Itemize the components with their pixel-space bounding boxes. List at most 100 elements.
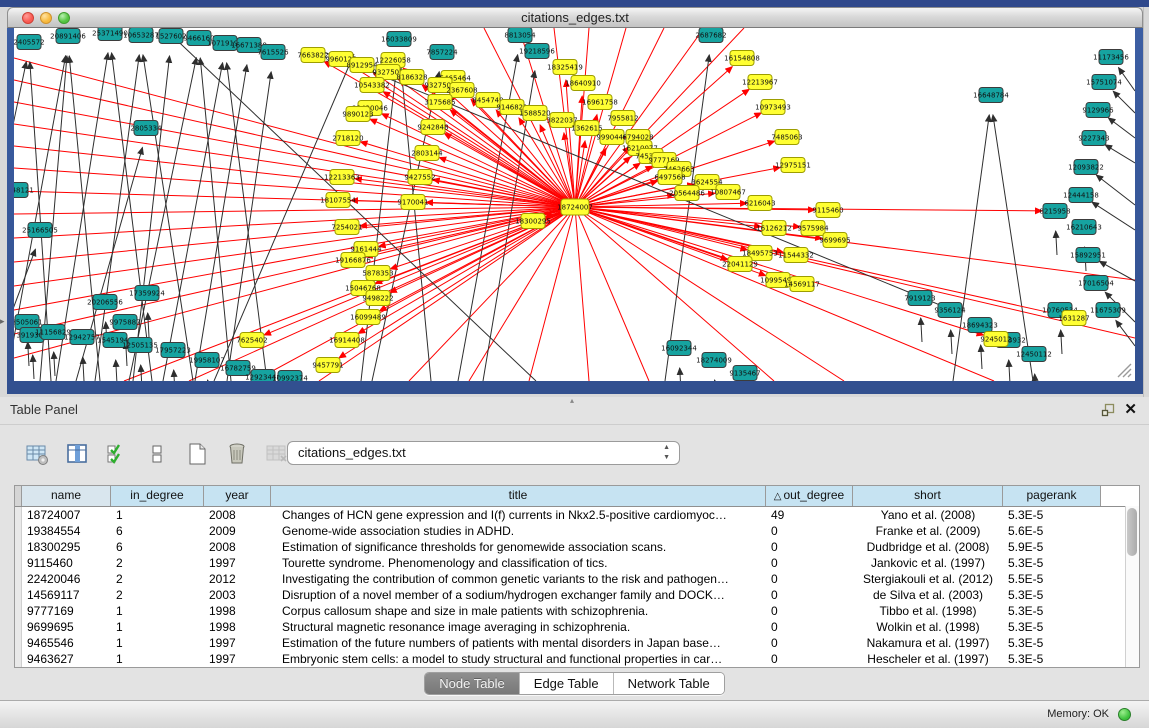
graph-node[interactable]: 11544332 [778,248,814,263]
cell-title[interactable]: Changes of HCN gene expression and I(f) … [271,507,766,523]
column-header-out_degree[interactable]: △out_degree [766,486,853,506]
graph-node[interactable]: 10973493 [755,100,791,115]
cell-indegree[interactable]: 6 [111,539,204,555]
network-canvas[interactable]: 2405572208914062537149010653287152760294… [14,28,1135,381]
cell-outdegree[interactable]: 0 [766,539,853,555]
cell-short[interactable]: Jankovic et al. (1997) [853,555,1003,571]
column-header-short[interactable]: short [853,486,1003,506]
cell-year[interactable]: 1997 [204,635,271,651]
select-all-columns-icon[interactable] [104,441,130,467]
table-row[interactable]: 1872400712008Changes of HCN gene express… [15,507,1139,523]
graph-node[interactable]: 7615526 [257,45,289,60]
cell-year[interactable]: 1997 [204,651,271,667]
graph-node[interactable]: 9457791 [312,358,343,373]
cell-year[interactable]: 2008 [204,539,271,555]
cell-pagerank[interactable]: 5.3E-5 [1003,555,1101,571]
graph-node[interactable]: 8215958 [1039,204,1070,219]
graph-node[interactable]: 19218596 [519,44,555,59]
graph-node[interactable]: 6216043 [744,196,775,211]
memory-status-indicator[interactable] [1118,708,1131,721]
graph-node[interactable]: 7254021 [331,220,362,235]
cell-name[interactable]: 9115460 [22,555,111,571]
cell-outdegree[interactable]: 0 [766,619,853,635]
graph-node[interactable]: 9356124 [934,303,966,318]
cell-year[interactable]: 2003 [204,587,271,603]
cell-name[interactable]: 9777169 [22,603,111,619]
column-header-name[interactable]: name [22,486,111,506]
graph-node[interactable]: 11173456 [1093,50,1129,65]
graph-node[interactable]: 12213967 [742,75,778,90]
graph-node[interactable]: 9890123 [342,107,373,122]
column-header-title[interactable]: title [271,486,766,506]
network-window-titlebar[interactable]: citations_edges.txt [7,7,1143,28]
splitter-handle-icon[interactable]: ▴ [570,396,574,405]
graph-node[interactable]: 15892951 [1070,248,1106,263]
graph-node[interactable]: 12975151 [775,158,811,173]
cell-name[interactable]: 9699695 [22,619,111,635]
graph-node[interactable]: 7663822 [297,48,328,63]
cell-title[interactable]: Genome-wide association studies in ADHD. [271,523,766,539]
cell-indegree[interactable]: 1 [111,635,204,651]
table-row[interactable]: 1456911722003Disruption of a novel membe… [15,587,1139,603]
cell-outdegree[interactable]: 0 [766,635,853,651]
graph-node[interactable]: 9115460 [812,203,843,218]
cell-year[interactable]: 1997 [204,555,271,571]
cell-pagerank[interactable]: 5.3E-5 [1003,635,1101,651]
graph-node[interactable]: 9427552 [404,170,435,185]
table-row[interactable]: 1830029562008Estimation of significance … [15,539,1139,555]
cell-year[interactable]: 2012 [204,571,271,587]
cell-pagerank[interactable]: 5.3E-5 [1003,651,1101,667]
graph-node[interactable]: 10653287 [123,28,159,43]
graph-node[interactable]: 16648784 [973,88,1009,103]
graph-node[interactable]: 10992374 [272,371,308,382]
graph-node[interactable]: 9170041 [397,195,428,210]
graph-node[interactable]: 9129966 [1082,103,1114,118]
graph-node[interactable]: 16961758 [582,95,618,110]
cell-title[interactable]: Corpus callosum shape and size in male p… [271,603,766,619]
graph-node[interactable]: 17016504 [1078,276,1114,291]
cell-pagerank[interactable]: 5.3E-5 [1003,603,1101,619]
cell-name[interactable]: 18724007 [22,507,111,523]
cell-outdegree[interactable]: 49 [766,507,853,523]
cell-pagerank[interactable]: 5.6E-5 [1003,523,1101,539]
cell-year[interactable]: 2008 [204,507,271,523]
tab-network-table[interactable]: Network Table [614,673,724,694]
graph-node[interactable]: 3175685 [424,95,455,110]
table-row[interactable]: 946362711997Embryonic stem cells: a mode… [15,651,1139,667]
cell-pagerank[interactable]: 5.5E-5 [1003,571,1101,587]
cell-indegree[interactable]: 2 [111,555,204,571]
cell-name[interactable]: 19384554 [22,523,111,539]
graph-node[interactable]: 9135467 [729,366,760,381]
cell-short[interactable]: Dudbridge et al. (2008) [853,539,1003,555]
cell-title[interactable]: Structural magnetic resonance image aver… [271,619,766,635]
tab-edge-table[interactable]: Edge Table [520,673,614,694]
cell-title[interactable]: Estimation of the future numbers of pati… [271,635,766,651]
collapsed-panel-arrow-icon[interactable]: ▸ [0,316,5,327]
column-header-in_degree[interactable]: in_degree [111,486,204,506]
cell-title[interactable]: Disruption of a novel member of a sodium… [271,587,766,603]
graph-node[interactable]: 2718120 [332,131,363,146]
graph-node[interactable]: 9227343 [1078,131,1109,146]
cell-indegree[interactable]: 1 [111,507,204,523]
table-row[interactable]: 1938455462009Genome-wide association stu… [15,523,1139,539]
delete-columns-icon[interactable] [224,441,250,467]
cell-short[interactable]: de Silva et al. (2003) [853,587,1003,603]
graph-node[interactable]: 16154808 [724,51,760,66]
graph-node[interactable]: 11675309 [1090,303,1126,318]
create-new-column-icon[interactable] [184,441,210,467]
cell-name[interactable]: 22420046 [22,571,111,587]
cell-short[interactable]: Tibbo et al. (1998) [853,603,1003,619]
cell-short[interactable]: Stergiakouli et al. (2012) [853,571,1003,587]
graph-node[interactable]: 12450112 [1016,347,1052,362]
graph-node[interactable]: 8186328 [396,70,427,85]
graph-node[interactable]: 7485063 [771,130,802,145]
cell-name[interactable]: 9465546 [22,635,111,651]
graph-node[interactable]: 16099489 [350,310,386,325]
graph-node[interactable]: 7625402 [236,333,267,348]
table-scrollbar[interactable] [1125,506,1139,667]
graph-node[interactable]: 2687682 [695,28,726,43]
cell-year[interactable]: 1998 [204,603,271,619]
cell-outdegree[interactable]: 0 [766,651,853,667]
graph-node[interactable]: 2803144 [411,146,443,161]
graph-node[interactable]: 12093822 [1068,160,1104,175]
